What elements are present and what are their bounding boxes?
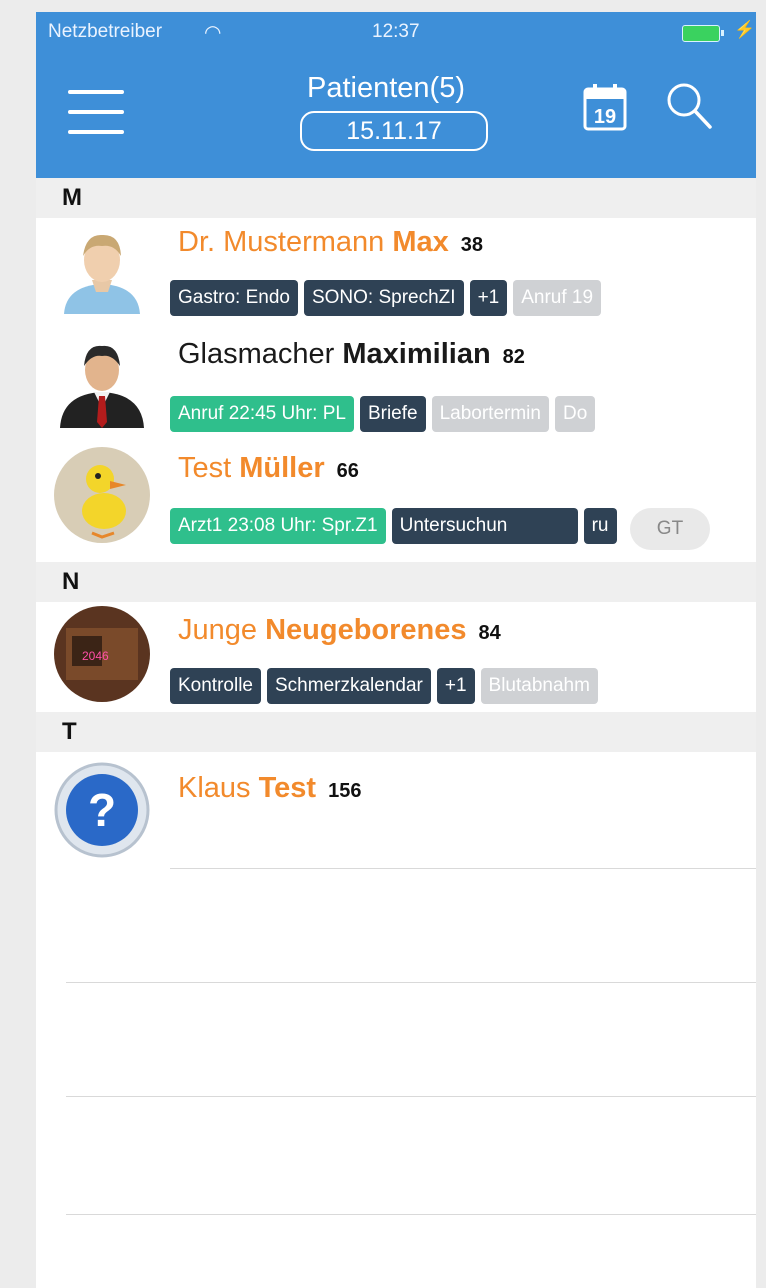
tag[interactable]: Labortermin [431, 396, 549, 432]
menu-icon[interactable] [68, 88, 124, 136]
wifi-icon: ◠ [204, 22, 222, 44]
section-header-m: M [36, 178, 756, 218]
section-header-t: T [36, 712, 756, 752]
tag[interactable]: Briefe [359, 396, 426, 432]
page-title: Patienten(5) [307, 72, 465, 104]
tag-list: Kontrolle Schmerzkalendar +1 Blutabnahm [170, 668, 756, 704]
row-separator [66, 982, 756, 983]
row-separator [66, 1214, 756, 1215]
tag[interactable]: Arzt1 23:08 Uhr: Spr.Z1 [170, 508, 386, 544]
help-avatar-icon: ? [54, 762, 150, 858]
app-screen: Netzbetreiber ◠ 12:37 ⚡ Patienten(5) 15.… [36, 12, 756, 1288]
patient-age: 82 [502, 346, 525, 368]
tag[interactable]: ru [583, 508, 617, 544]
avatar: 2046 [54, 606, 150, 702]
patient-age: 66 [336, 460, 359, 482]
tag[interactable]: Kontrolle [170, 668, 261, 704]
tag[interactable]: Blutabnahm [480, 668, 598, 704]
avatar [64, 234, 140, 314]
patient-age: 38 [460, 234, 484, 256]
tag-list: Gastro: Endo SONO: SprechZI +1 Anruf 19 [170, 280, 756, 316]
tag-more[interactable]: +1 [436, 668, 475, 704]
search-icon[interactable] [664, 80, 714, 132]
patient-name: Test Müller 66 [178, 452, 359, 484]
battery-icon [682, 25, 720, 42]
avatar [54, 447, 150, 543]
patient-name: Junge Neugeborenes 84 [178, 614, 501, 646]
tag-list: Anruf 22:45 Uhr: PL Briefe Labortermin Do [170, 396, 756, 432]
avatar [60, 345, 144, 428]
patient-name: Dr. Mustermann Max 38 [178, 226, 484, 258]
patient-age: 84 [478, 622, 501, 644]
patient-name: Klaus Test 156 [178, 772, 362, 804]
tag[interactable]: SONO: SprechZI [303, 280, 464, 316]
tag[interactable]: Schmerzkalendar [267, 668, 431, 704]
tag[interactable]: Anruf 22:45 Uhr: PL [170, 396, 354, 432]
tag[interactable]: Untersuchun [391, 508, 578, 544]
patient-age: 156 [328, 780, 362, 802]
tag-more[interactable]: +1 [469, 280, 508, 316]
status-time: 12:37 [372, 21, 420, 42]
row-separator [170, 868, 756, 869]
status-bar: Netzbetreiber ◠ 12:37 ⚡ [36, 12, 756, 50]
svg-text:?: ? [88, 784, 116, 836]
tag[interactable]: Do [554, 396, 596, 432]
carrier-label: Netzbetreiber [48, 21, 163, 42]
patient-name: Glasmacher Maximilian 82 [178, 338, 525, 370]
calendar-day: 19 [594, 106, 616, 128]
row-separator [66, 1096, 756, 1097]
charging-icon: ⚡ [734, 20, 756, 39]
tag[interactable]: Anruf 19 [513, 280, 602, 316]
battery-tip [721, 30, 724, 36]
nav-bar: Patienten(5) 15.11.17 19 [36, 50, 756, 178]
date-selector[interactable]: 15.11.17 [300, 111, 488, 151]
section-header-n: N [36, 562, 756, 602]
tag[interactable]: Gastro: Endo [170, 280, 298, 316]
gt-bubble[interactable]: GT [630, 508, 710, 550]
calendar-icon[interactable]: 19 [582, 83, 628, 133]
photo-text: 2046 [82, 649, 109, 663]
